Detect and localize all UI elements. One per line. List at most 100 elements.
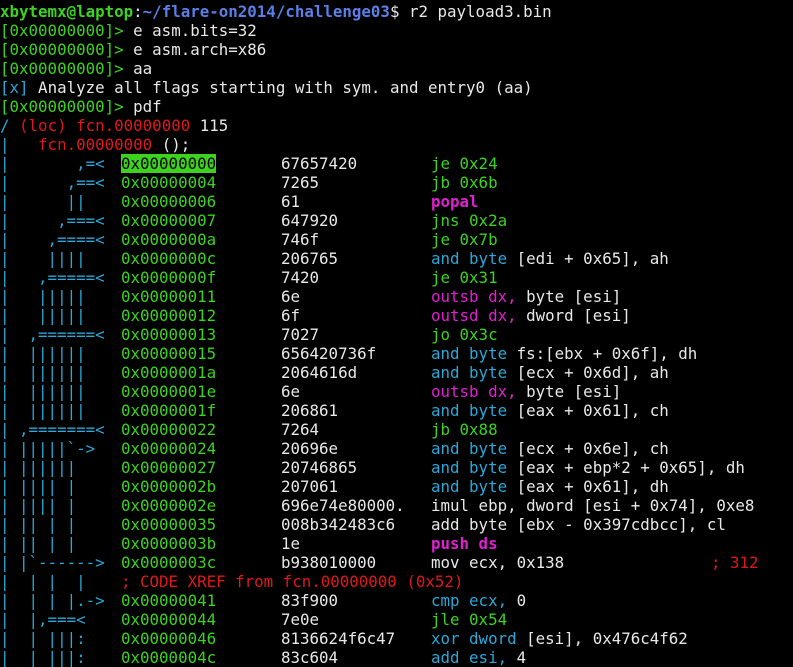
instruction-text: add byte [ebx - 0x397cdbcc], cl [431,515,726,534]
instruction-mnemonic: outsb dx, [431,382,517,401]
instruction-bytes: 647920 [281,211,339,230]
r2-prompt: [0x00000000]> [0,97,124,116]
r2-prompt: [0x00000000]> [0,40,124,59]
instruction-address: 0x0000001a [121,363,217,382]
flow-art: | ,==< [0,173,115,192]
instruction-bytes: 6f [281,306,301,325]
flow-art: | |||| | [0,477,115,496]
disasm-row[interactable]: | || 0x00000006 61 popal [0,192,793,211]
instruction-mnemonic: jb 0x88 [431,420,498,439]
flow-art: | || [0,192,115,211]
disasm-row[interactable]: | |||||| 0x00000027 20746865 and byte [eax… [0,458,793,477]
disasm-row[interactable]: | | | |.-> 0x00000041 83f900 cmp ecx, 0 [0,591,793,610]
instruction-operands: 0 [507,591,527,610]
disasm-row[interactable]: | | | | ; CODE XREF from fcn.00000000 (0… [0,572,793,591]
disasm-row[interactable]: | ,==< 0x00000004 7265 jb 0x6b [0,173,793,192]
instruction-text: je 0x7b [431,230,498,249]
disasm-row[interactable]: | || | | 0x00000035 008b342483c6 add byte … [0,515,793,534]
instruction-bytes: 206765 [281,249,339,268]
disasm-row[interactable]: | ,=======< 0x00000022 7264 jb 0x88 [0,420,793,439]
function-header: / (loc) fcn.00000000 115 [0,116,793,135]
instruction-mnemonic: jle 0x54 [431,610,508,629]
instruction-mnemonic: mov ecx, [431,553,508,572]
instruction-operands: [ecx + 0x6e], ch [507,439,669,458]
instruction-address: 0x0000001e [121,382,217,401]
r2-prompt: [0x00000000]> [0,59,124,78]
disasm-row[interactable]: | || | | 0x0000003b 1e push ds [0,534,793,553]
instruction-text: and byte [ecx + 0x6d], ah [431,363,669,382]
disasm-row[interactable]: | ,====< 0x0000000a 746f je 0x7b [0,230,793,249]
disasm-row[interactable]: | |||| | 0x0000002b 207061 and byte [eax +… [0,477,793,496]
disasm-row[interactable]: | |||||| 0x0000001e 6e outsb dx, byte [esi… [0,382,793,401]
instruction-text: add esi, 4 [431,648,526,667]
disasm-row[interactable]: | ||||| 0x00000011 6e outsb dx, byte [esi] [0,287,793,306]
disasm-row[interactable]: | |,===< 0x00000044 7e0e jle 0x54 [0,610,793,629]
instruction-address: 0x0000003b [121,534,217,553]
instruction-text: outsb dx, byte [esi] [431,382,621,401]
instruction-text: and byte [eax + ebp*2 + 0x65], dh [431,458,745,477]
instruction-mnemonic: add esi, [431,648,508,667]
terminal-window[interactable]: xbytemx@laptop:~/flare-on2014/challenge0… [0,2,793,667]
disasm-row[interactable]: | | |||: 0x00000046 8136624f6c47 xor dword… [0,629,793,648]
instruction-operands: [esi], 0x476c4f62 [516,629,688,648]
flow-art: | ,===< [0,211,115,230]
instruction-operands: dword [esi] [516,306,631,325]
disasm-row[interactable]: | |||| | 0x0000002e 696e74e80000. imul ebp… [0,496,793,515]
instruction-bytes: 008b342483c6 [281,515,396,534]
disasm-row[interactable]: | ,======< 0x00000013 7027 jo 0x3c [0,325,793,344]
instruction-text: je 0x24 [431,154,498,173]
instruction-text: popal [431,192,479,211]
flow-art: | || | | [0,515,115,534]
instruction-address: 0x00000044 [121,610,217,629]
disassembly-listing: | ,=< 0x00000000 67657420 je 0x24 | ,==< 0x… [0,154,793,667]
instruction-mnemonic: and byte [431,477,508,496]
instruction-address: 0x0000002e [121,496,217,515]
instruction-text: and byte [edi + 0x65], ah [431,249,669,268]
instruction-address: 0x00000024 [121,439,217,458]
function-name: fcn.00000000 [38,135,153,154]
disasm-row[interactable]: | ,=< 0x00000000 67657420 je 0x24 [0,154,793,173]
disasm-row[interactable]: | |||||| 0x0000001a 2064616d and byte [ecx… [0,363,793,382]
flow-art: | ,====< [0,230,115,249]
disasm-row[interactable]: | ||||| 0x00000012 6f outsd dx, dword [esi… [0,306,793,325]
instruction-operands: 0x138 [507,553,565,572]
instruction-address: 0x0000003c [121,553,217,572]
function-signature: | fcn.00000000 (); [0,135,793,154]
instruction-text: outsb dx, byte [esi] [431,287,621,306]
instruction-bytes: 7e0e [281,610,320,629]
disasm-row[interactable]: | ,=====< 0x0000000f 7420 je 0x31 [0,268,793,287]
flow-art: | |||||| [0,344,115,363]
shell-prompt-line: xbytemx@laptop:~/flare-on2014/challenge0… [0,2,793,21]
flow-art: | |||| | [0,496,115,515]
instruction-mnemonic: jo 0x3c [431,325,498,344]
disasm-row[interactable]: | |||||`-> 0x00000024 20696e and byte [ecx… [0,439,793,458]
instruction-bytes: 7420 [281,268,320,287]
instruction-text: and byte fs:[ebx + 0x6f], dh [431,344,697,363]
instruction-address: 0x00000000 [121,154,217,173]
r2-command: e asm.arch=x86 [123,40,267,59]
disasm-row[interactable]: | |||||| 0x00000015 656420736f and byte fs… [0,344,793,363]
shell-user-host: xbytemx@laptop [0,2,134,21]
disasm-row[interactable]: | |||||| 0x0000001f 206861 and byte [eax +… [0,401,793,420]
instruction-text: imul ebp, dword [esi + 0x74], 0xe8 [431,496,754,515]
flow-art: | || | | [0,534,115,553]
disasm-row[interactable]: | |||| 0x0000000c 206765 and byte [edi + 0… [0,249,793,268]
instruction-bytes: 6e [281,287,301,306]
instruction-operands: [eax + 0x61], ch [507,401,669,420]
flow-art: | [0,135,39,154]
disasm-row[interactable]: | | |||: 0x0000004c 83c604 add esi, 4 [0,648,793,667]
instruction-operands: [eax + 0x61], dh [507,477,669,496]
instruction-bytes: 20696e [281,439,339,458]
instruction-operands: [ecx + 0x6d], ah [507,363,669,382]
instruction-mnemonic: and byte [431,344,508,363]
instruction-address: 0x00000035 [121,515,217,534]
instruction-address: 0x00000046 [121,629,217,648]
disasm-row[interactable]: | |`------> 0x0000003c b938010000 mov ecx,… [0,553,793,572]
r2-command: e asm.bits=32 [123,21,257,40]
instruction-bytes: 696e74e80000. [281,496,405,515]
disasm-row[interactable]: | ,===< 0x00000007 647920 jns 0x2a [0,211,793,230]
flow-art: | ,=====< [0,268,115,287]
instruction-bytes: 8136624f6c47 [281,629,396,648]
instruction-mnemonic: imul ebp, [431,496,517,515]
instruction-bytes: 206861 [281,401,339,420]
